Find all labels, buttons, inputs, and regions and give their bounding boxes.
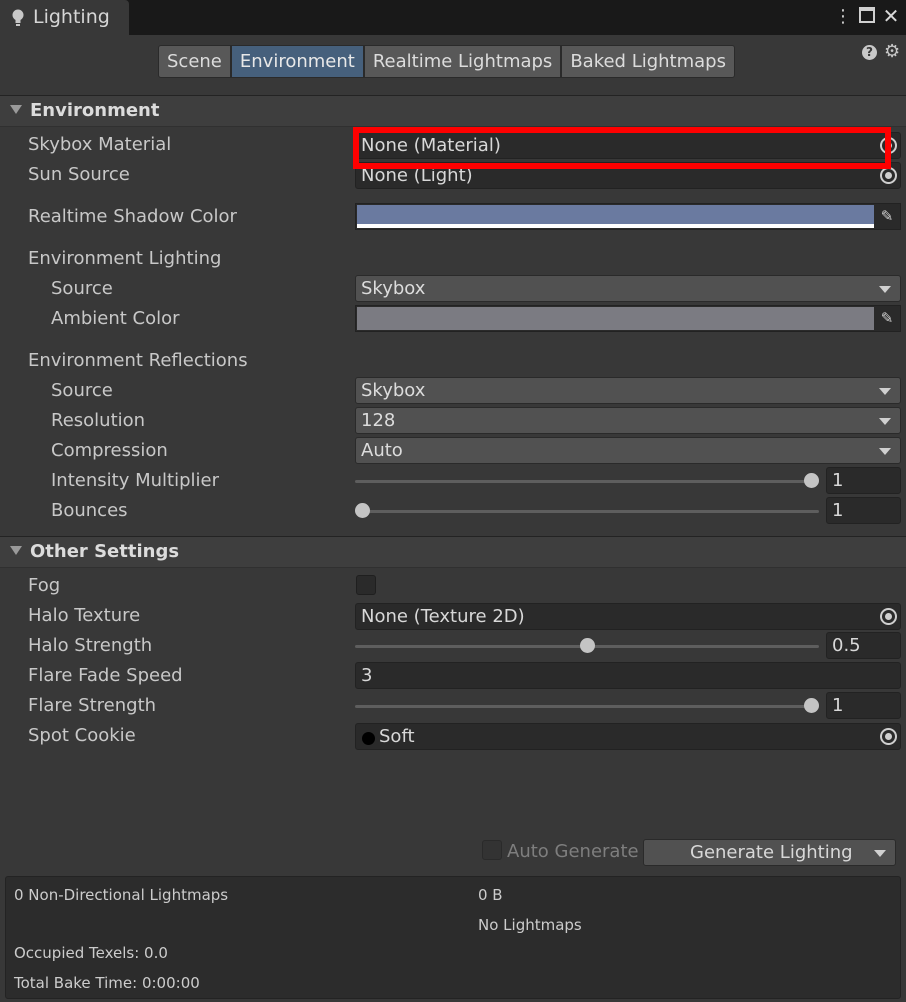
bounces-input[interactable]: 1 bbox=[826, 497, 901, 524]
chevron-down-icon bbox=[879, 448, 891, 455]
help-icon[interactable]: ? bbox=[862, 45, 877, 60]
no-lightmaps-text: No Lightmaps bbox=[478, 916, 582, 934]
chevron-down-icon[interactable] bbox=[874, 850, 886, 857]
resolution-label: Resolution bbox=[51, 410, 146, 431]
object-picker-icon[interactable] bbox=[880, 608, 897, 625]
other-settings-section-header[interactable]: Other Settings bbox=[0, 536, 906, 568]
other-settings-section-title: Other Settings bbox=[30, 541, 180, 562]
flare-strength-value: 1 bbox=[832, 695, 844, 716]
compression-dropdown[interactable]: Auto bbox=[355, 437, 901, 464]
tab-scene[interactable]: Scene bbox=[158, 45, 231, 78]
realtime-shadow-color-label: Realtime Shadow Color bbox=[28, 206, 237, 227]
intensity-multiplier-slider-thumb[interactable] bbox=[804, 473, 819, 488]
highlight-box bbox=[353, 127, 891, 169]
lightbulb-icon bbox=[12, 9, 24, 26]
realtime-shadow-color-field[interactable]: ✎ bbox=[355, 203, 901, 230]
eyedropper-icon[interactable]: ✎ bbox=[878, 309, 896, 327]
resolution-dropdown[interactable]: 128 bbox=[355, 407, 901, 434]
reflection-source-dropdown[interactable]: Skybox bbox=[355, 377, 901, 404]
spot-cookie-label: Spot Cookie bbox=[28, 725, 136, 746]
reflection-source-value: Skybox bbox=[361, 380, 426, 401]
generate-lighting-button[interactable]: Generate Lighting bbox=[643, 839, 896, 866]
lighting-source-dropdown[interactable]: Skybox bbox=[355, 275, 901, 302]
fog-checkbox[interactable] bbox=[356, 575, 376, 595]
bounces-label: Bounces bbox=[51, 500, 128, 521]
gear-icon[interactable]: ⚙ bbox=[884, 43, 902, 61]
foldout-arrow-icon bbox=[10, 546, 22, 555]
environment-section-header[interactable]: Environment bbox=[0, 95, 906, 127]
bounces-slider-thumb[interactable] bbox=[355, 503, 370, 518]
flare-fade-speed-value: 3 bbox=[361, 665, 373, 686]
total-bake-time: Total Bake Time: 0:00:00 bbox=[14, 974, 200, 992]
halo-strength-value: 0.5 bbox=[832, 635, 861, 656]
flare-fade-speed-input[interactable]: 3 bbox=[355, 662, 901, 689]
lightmap-stats-panel: 0 Non-Directional Lightmaps 0 B No Light… bbox=[5, 876, 901, 999]
kebab-menu-icon[interactable]: ⋮ bbox=[834, 6, 852, 28]
color-swatch[interactable] bbox=[357, 307, 874, 330]
window-tab-title: Lighting bbox=[33, 6, 110, 28]
lighting-source-label: Source bbox=[51, 278, 113, 299]
object-picker-icon[interactable] bbox=[880, 167, 897, 184]
halo-texture-value: None (Texture 2D) bbox=[361, 606, 525, 627]
eyedropper-icon[interactable]: ✎ bbox=[878, 207, 896, 225]
environment-section-title: Environment bbox=[30, 100, 160, 121]
window-tab[interactable]: Lighting bbox=[0, 0, 129, 35]
tab-realtime-lightmaps[interactable]: Realtime Lightmaps bbox=[363, 45, 562, 78]
bounces-slider[interactable] bbox=[355, 510, 819, 513]
cookie-texture-icon bbox=[362, 732, 375, 745]
halo-strength-label: Halo Strength bbox=[28, 635, 153, 656]
foldout-arrow-icon bbox=[10, 105, 22, 114]
ambient-color-field[interactable]: ✎ bbox=[355, 305, 901, 332]
maximize-icon[interactable] bbox=[859, 7, 875, 23]
flare-fade-speed-label: Flare Fade Speed bbox=[28, 665, 183, 686]
alpha-bar bbox=[357, 224, 874, 228]
reflection-source-label: Source bbox=[51, 380, 113, 401]
lighting-source-value: Skybox bbox=[361, 278, 426, 299]
flare-strength-input[interactable]: 1 bbox=[826, 692, 901, 719]
compression-value: Auto bbox=[361, 440, 403, 461]
chevron-down-icon bbox=[879, 286, 891, 293]
auto-generate-label: Auto Generate bbox=[507, 841, 639, 862]
lighting-tab-bar: Scene Environment Realtime Lightmaps Bak… bbox=[158, 45, 735, 78]
sun-source-label: Sun Source bbox=[28, 164, 130, 185]
intensity-multiplier-input[interactable]: 1 bbox=[826, 467, 901, 494]
intensity-multiplier-value: 1 bbox=[832, 470, 844, 491]
environment-lighting-label: Environment Lighting bbox=[28, 248, 222, 269]
spot-cookie-field[interactable]: Soft bbox=[355, 723, 901, 750]
lightmap-size: 0 B bbox=[478, 886, 503, 904]
close-icon[interactable]: ✕ bbox=[881, 5, 901, 27]
halo-texture-label: Halo Texture bbox=[28, 605, 141, 626]
flare-strength-slider-thumb[interactable] bbox=[804, 698, 819, 713]
tab-baked-lightmaps[interactable]: Baked Lightmaps bbox=[561, 45, 735, 78]
chevron-down-icon bbox=[879, 418, 891, 425]
auto-generate-checkbox[interactable] bbox=[482, 840, 502, 860]
ambient-color-label: Ambient Color bbox=[51, 308, 180, 329]
resolution-value: 128 bbox=[361, 410, 396, 431]
fog-label: Fog bbox=[28, 575, 61, 596]
halo-texture-field[interactable]: None (Texture 2D) bbox=[355, 603, 901, 630]
compression-label: Compression bbox=[51, 440, 168, 461]
halo-strength-input[interactable]: 0.5 bbox=[826, 632, 901, 659]
object-picker-icon[interactable] bbox=[880, 728, 897, 745]
chevron-down-icon bbox=[879, 388, 891, 395]
flare-strength-slider[interactable] bbox=[355, 705, 819, 708]
flare-strength-label: Flare Strength bbox=[28, 695, 157, 716]
tab-environment[interactable]: Environment bbox=[230, 45, 364, 78]
lightmap-count: 0 Non-Directional Lightmaps bbox=[14, 886, 229, 904]
occupied-texels: Occupied Texels: 0.0 bbox=[14, 944, 168, 962]
window-titlebar bbox=[0, 0, 906, 35]
spot-cookie-value: Soft bbox=[379, 726, 415, 747]
intensity-multiplier-slider[interactable] bbox=[355, 480, 819, 483]
bounces-value: 1 bbox=[832, 500, 844, 521]
intensity-multiplier-label: Intensity Multiplier bbox=[51, 470, 219, 491]
environment-reflections-label: Environment Reflections bbox=[28, 350, 248, 371]
skybox-material-label: Skybox Material bbox=[28, 134, 172, 155]
halo-strength-slider-thumb[interactable] bbox=[579, 638, 595, 653]
generate-lighting-label: Generate Lighting bbox=[690, 842, 853, 863]
